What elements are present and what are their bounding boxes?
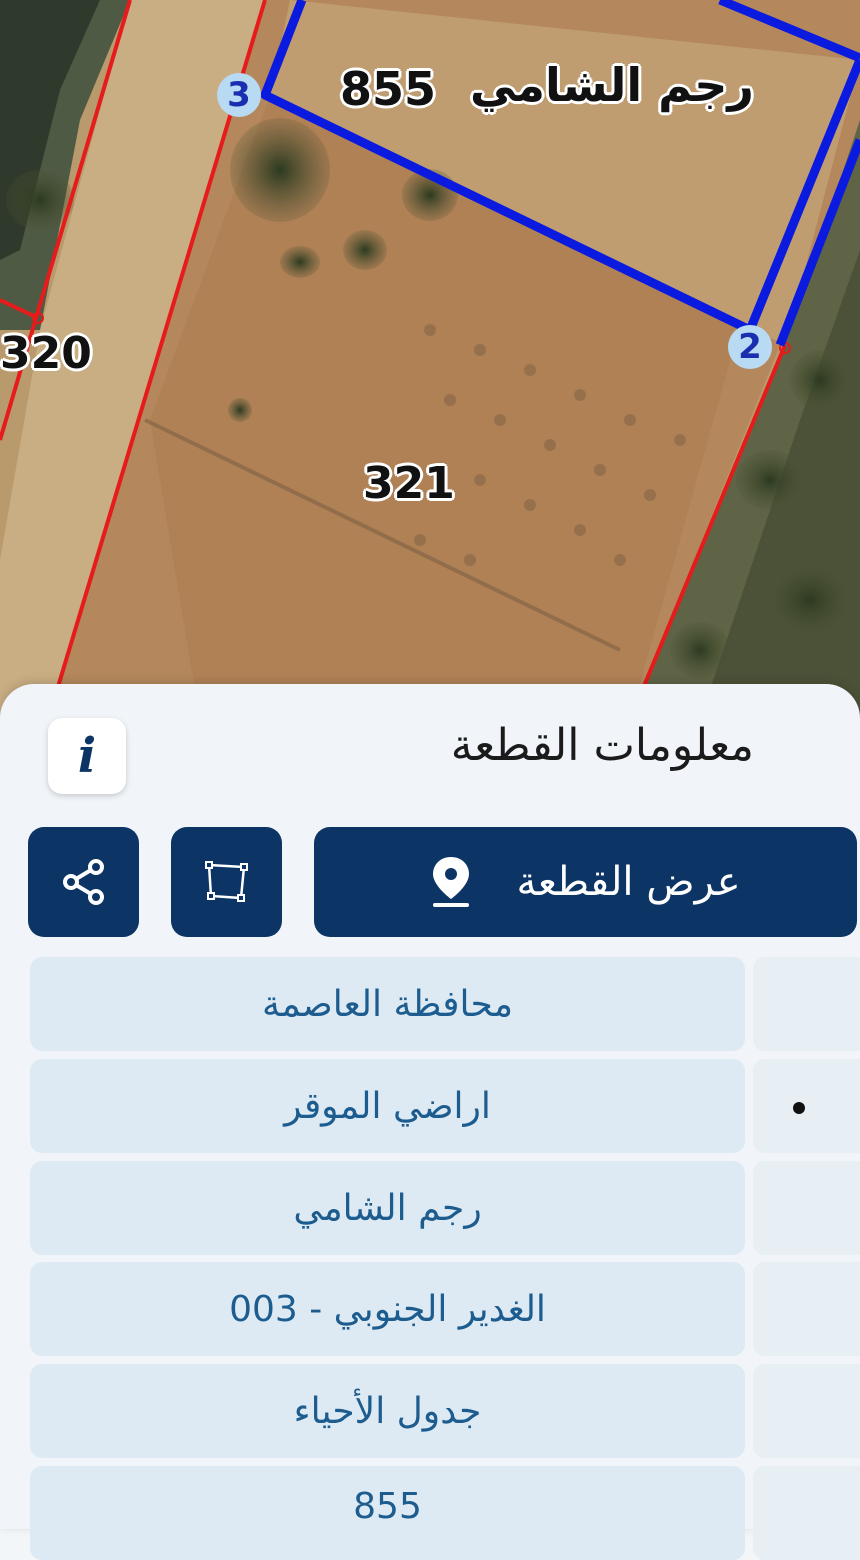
view-parcel-label: عرض القطعة [516, 859, 741, 905]
parcel-label-321: 321 [363, 458, 455, 509]
share-icon [62, 859, 104, 905]
panel-title: معلومات القطعة [450, 720, 754, 771]
detail-value: محافظة العاصمة [30, 957, 745, 1051]
detail-value: رجم الشامي [30, 1161, 745, 1255]
detail-value: الغدير الجنوبي - 003 [30, 1262, 745, 1356]
detail-value: جدول الأحياء [30, 1364, 745, 1458]
detail-row-village: رجم الشامي [30, 1161, 860, 1255]
detail-row-governorate: محافظة العاصمة [30, 957, 860, 1051]
parcel-shape-button[interactable] [171, 827, 282, 937]
bullet-dot [793, 1102, 805, 1114]
location-pin-icon [433, 857, 470, 907]
detail-label-cell [753, 1466, 860, 1560]
map-view[interactable]: 3 2 رجم الشامي 855 320 321 [0, 0, 860, 720]
detail-value: 855 [30, 1466, 745, 1560]
detail-label-cell [753, 1161, 860, 1255]
detail-row-basin: الغدير الجنوبي - 003 [30, 1262, 860, 1356]
vertex-marker-3: 3 [217, 73, 261, 117]
view-parcel-button[interactable]: عرض القطعة [314, 827, 857, 937]
detail-label-cell [753, 1262, 860, 1356]
selected-parcel-number-label: 855 [340, 62, 437, 116]
share-button[interactable] [28, 827, 139, 937]
parcel-label-320: 320 [0, 328, 92, 379]
detail-label-cell [753, 1364, 860, 1458]
detail-value: اراضي الموقر [30, 1059, 745, 1153]
parcel-info-panel: i معلومات القطعة عرض القطعة محافظة العاص… [0, 684, 860, 1560]
detail-row-district: جدول الأحياء [30, 1364, 860, 1458]
vertex-marker-2: 2 [728, 325, 772, 369]
info-icon[interactable]: i [48, 718, 126, 794]
detail-row-parcel-number: 855 [30, 1466, 860, 1560]
polygon-icon [204, 861, 248, 902]
detail-row-land: اراضي الموقر [30, 1059, 860, 1153]
detail-label-cell [753, 1059, 860, 1153]
selected-parcel-name-label: رجم الشامي [470, 58, 754, 112]
detail-label-cell [753, 957, 860, 1051]
